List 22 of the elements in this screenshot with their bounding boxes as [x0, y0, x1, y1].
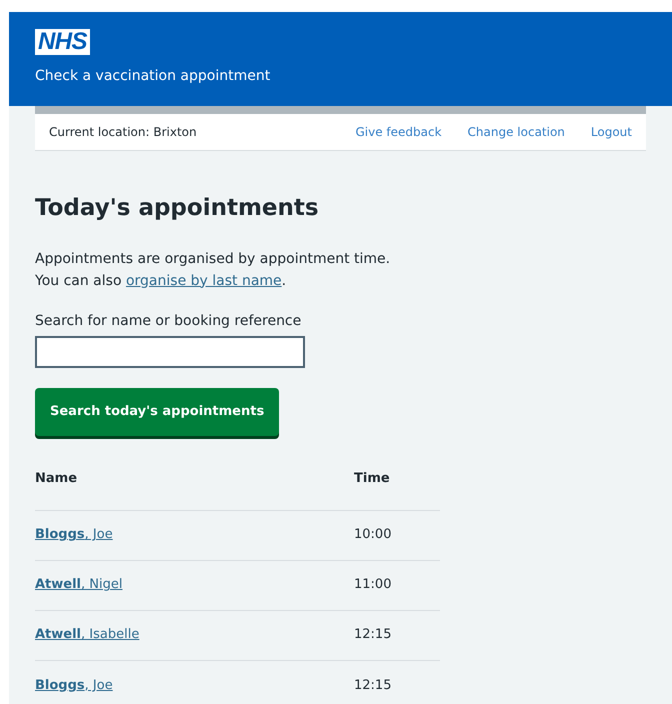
page-title: Today's appointments [35, 194, 320, 223]
appointment-time: 12:15 [354, 676, 392, 695]
patient-name-link[interactable]: Bloggs, Joe [35, 678, 113, 693]
search-button[interactable]: Search today's appointments [35, 388, 280, 436]
search-label: Search for name or booking reference [35, 312, 302, 330]
intro-text: Appointments are organised by appointment time. You can also organise by last name. [35, 250, 392, 290]
organise-link[interactable]: organise by last name [126, 272, 282, 288]
patient-name-link[interactable]: Bloggs, Joe [35, 527, 113, 542]
current-location: Current location: Brixton [49, 124, 198, 141]
column-header: Time [354, 470, 390, 488]
column-header: Name [35, 470, 78, 488]
service-name[interactable]: Check a vaccination appointment [35, 66, 646, 87]
patient-name-link[interactable]: Atwell, Nigel [35, 577, 122, 592]
patient-name-link[interactable]: Atwell, Isabelle [35, 627, 140, 642]
nav-link[interactable]: Change location [468, 123, 565, 141]
appointment-time: 12:15 [354, 626, 392, 644]
appointment-time: 11:00 [354, 576, 392, 594]
appointment-time: 10:00 [354, 526, 392, 544]
nav-link[interactable]: Logout [590, 123, 632, 141]
nav-link[interactable]: Give feedback [355, 123, 442, 141]
nhs-logo[interactable]: NHS [35, 29, 90, 55]
search-field[interactable] [35, 336, 305, 368]
